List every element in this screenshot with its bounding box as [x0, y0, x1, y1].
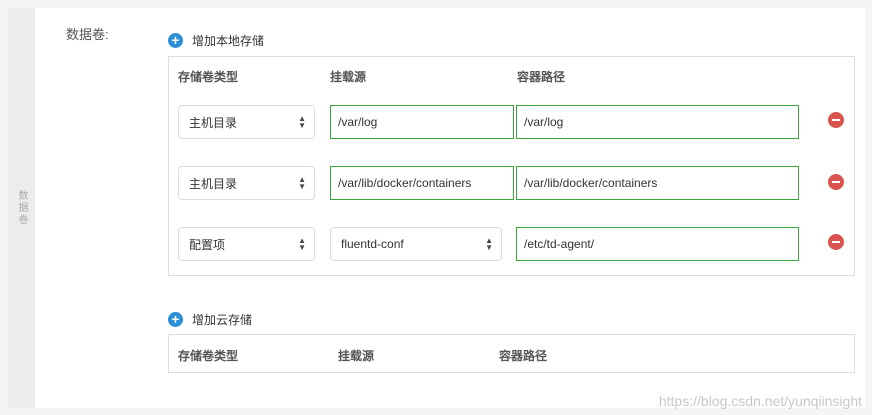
remove-row-icon[interactable] — [828, 234, 844, 250]
side-rail-label: 数据卷 — [16, 190, 27, 226]
select-arrows-icon: ▲ ▼ — [298, 236, 306, 252]
header-volume-type: 存储卷类型 — [178, 349, 239, 363]
section-label: 数据卷: — [66, 27, 109, 42]
header-mount-source: 挂载源 — [338, 349, 375, 363]
mount-source-input[interactable]: /var/log — [330, 105, 514, 139]
volume-type-select[interactable]: 主机目录 ▲ ▼ — [178, 105, 315, 139]
mount-source-input[interactable]: /var/lib/docker/containers — [330, 166, 514, 200]
container-path-input[interactable]: /etc/td-agent/ — [516, 227, 799, 261]
header-mount-source: 挂载源 — [330, 70, 367, 84]
watermark: https://blog.csdn.net/yunqiinsight — [658, 393, 862, 409]
remove-row-icon[interactable] — [828, 112, 844, 128]
volume-type-value: 配置项 — [189, 237, 226, 252]
remove-row-icon[interactable] — [828, 174, 844, 190]
add-local-storage-label: 增加本地存储 — [192, 34, 265, 48]
cloud-storage-table: 存储卷类型 挂载源 容器路径 — [168, 334, 855, 373]
plus-circle-icon: + — [168, 33, 183, 48]
select-arrows-icon: ▲ ▼ — [485, 236, 493, 252]
plus-circle-icon: + — [168, 312, 183, 327]
volume-type-value: 主机目录 — [189, 176, 238, 191]
select-arrows-icon: ▲ ▼ — [298, 114, 306, 130]
header-container-path: 容器路径 — [517, 70, 566, 84]
mount-source-select[interactable]: fluentd-conf ▲ ▼ — [330, 227, 502, 261]
header-container-path: 容器路径 — [499, 349, 548, 363]
add-local-storage-button[interactable]: + 增加本地存储 — [168, 32, 264, 49]
add-cloud-storage-label: 增加云存储 — [192, 313, 253, 327]
volume-type-select[interactable]: 配置项 ▲ ▼ — [178, 227, 315, 261]
volume-type-select[interactable]: 主机目录 ▲ ▼ — [178, 166, 315, 200]
select-arrows-icon: ▲ ▼ — [298, 175, 306, 191]
volume-type-value: 主机目录 — [189, 115, 238, 130]
mount-source-value: fluentd-conf — [341, 237, 404, 251]
container-path-input[interactable]: /var/log — [516, 105, 799, 139]
header-volume-type: 存储卷类型 — [178, 70, 239, 84]
add-cloud-storage-button[interactable]: + 增加云存储 — [168, 311, 252, 328]
container-path-input[interactable]: /var/lib/docker/containers — [516, 166, 799, 200]
